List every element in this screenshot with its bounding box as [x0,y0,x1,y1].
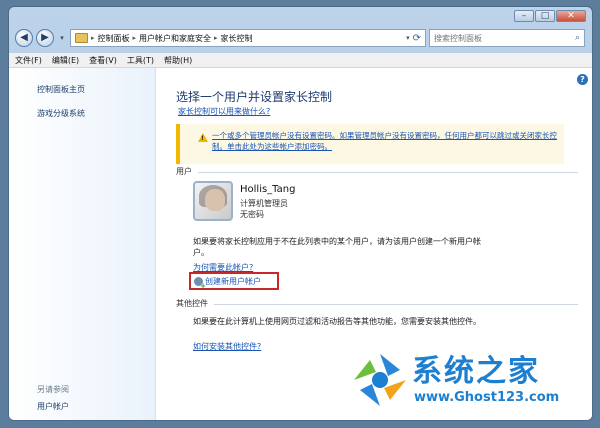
user-role: 计算机管理员 [240,199,288,208]
menu-file[interactable]: 文件(F) [15,55,42,66]
create-account-highlight: 创建新用户帐户 [189,272,279,290]
breadcrumb-control-panel[interactable]: 控制面板 [98,33,130,44]
search-box[interactable]: ⌕ [429,29,585,47]
menu-bar: 文件(F) 编辑(E) 查看(V) 工具(T) 帮助(H) [9,53,592,68]
help-icon[interactable]: ? [577,74,588,85]
how-install-other-controls-link[interactable]: 如何安装其他控件? [193,341,261,352]
history-dropdown-icon[interactable]: ▾ [57,34,67,42]
breadcrumb-separator-icon[interactable]: ▸ [91,34,95,42]
menu-view[interactable]: 查看(V) [89,55,117,66]
warning-banner: ! 一个或多个管理员帐户没有设置密码。如果管理员帐户没有设置密码，任何用户都可以… [176,124,564,164]
breadcrumb-separator-icon[interactable]: ▸ [214,34,218,42]
minimize-button[interactable]: – [514,10,534,22]
forward-button[interactable]: ▶ [36,29,54,47]
menu-edit[interactable]: 编辑(E) [52,55,79,66]
address-box[interactable]: ▸ 控制面板 ▸ 用户帐户和家庭安全 ▸ 家长控制 ▾ ⟳ [70,29,426,47]
user-name[interactable]: Hollis_Tang [240,184,295,195]
user-password-status: 无密码 [240,210,264,219]
breadcrumb-user-accounts-family[interactable]: 用户帐户和家庭安全 [139,33,211,44]
search-input[interactable] [434,33,575,43]
other-controls-info-text: 如果要在此计算机上使用网页过滤和活动报告等其他功能，您需要安装其他控件。 [193,317,481,326]
menu-help[interactable]: 帮助(H) [164,55,192,66]
window-controls: – □ ✕ [514,10,586,22]
add-user-icon [194,276,206,290]
watermark-title: 系统之家 [412,354,540,389]
address-bar-row: ◀ ▶ ▾ ▸ 控制面板 ▸ 用户帐户和家庭安全 ▸ 家长控制 ▾ ⟳ ⌕ [15,27,585,49]
watermark: 系统之家 www.Ghost123.com [348,342,588,422]
user-avatar[interactable] [193,181,233,221]
warning-icon-mark: ! [201,135,204,142]
breadcrumb-separator-icon[interactable]: ▸ [133,34,137,42]
what-can-parental-controls-do-link[interactable]: 家长控制可以用来做什么? [178,106,270,117]
create-new-user-account-link[interactable]: 创建新用户帐户 [205,276,261,287]
close-button[interactable]: ✕ [556,10,586,22]
back-button[interactable]: ◀ [15,29,33,47]
sidebar-see-also-heading: 另请参阅 [37,385,69,394]
add-admin-password-link[interactable]: 一个或多个管理员帐户没有设置密码。如果管理员帐户没有设置密码，任何用户都可以跳过… [212,130,562,152]
search-icon[interactable]: ⌕ [575,33,580,43]
watermark-url: www.Ghost123.com [414,390,560,405]
other-controls-heading: 其他控件 [176,299,208,308]
sidebar-item-control-panel-home[interactable]: 控制面板主页 [37,84,85,95]
breadcrumb-parental-controls[interactable]: 家长控制 [221,33,253,44]
watermark-logo-icon [352,352,408,408]
avatar-face [205,189,225,211]
users-section-divider [198,172,578,173]
menu-tools[interactable]: 工具(T) [127,55,154,66]
refresh-icon[interactable]: ⟳ [413,33,421,44]
sidebar-item-user-accounts[interactable]: 用户帐户 [37,401,69,412]
other-controls-divider [214,304,578,305]
sidebar-item-game-ratings[interactable]: 游戏分级系统 [37,108,85,119]
address-dropdown-icon[interactable]: ▾ [406,34,410,42]
sidebar: 控制面板主页 游戏分级系统 另请参阅 用户帐户 [9,68,156,420]
maximize-button[interactable]: □ [535,10,555,22]
create-account-info-text: 如果要将家长控制应用于不在此列表中的某个用户，请为该用户创建一个新用户帐户。 [193,237,481,257]
page-title: 选择一个用户并设置家长控制 [176,90,333,104]
control-panel-folder-icon [75,33,88,43]
users-section-heading: 用户 [176,167,192,176]
